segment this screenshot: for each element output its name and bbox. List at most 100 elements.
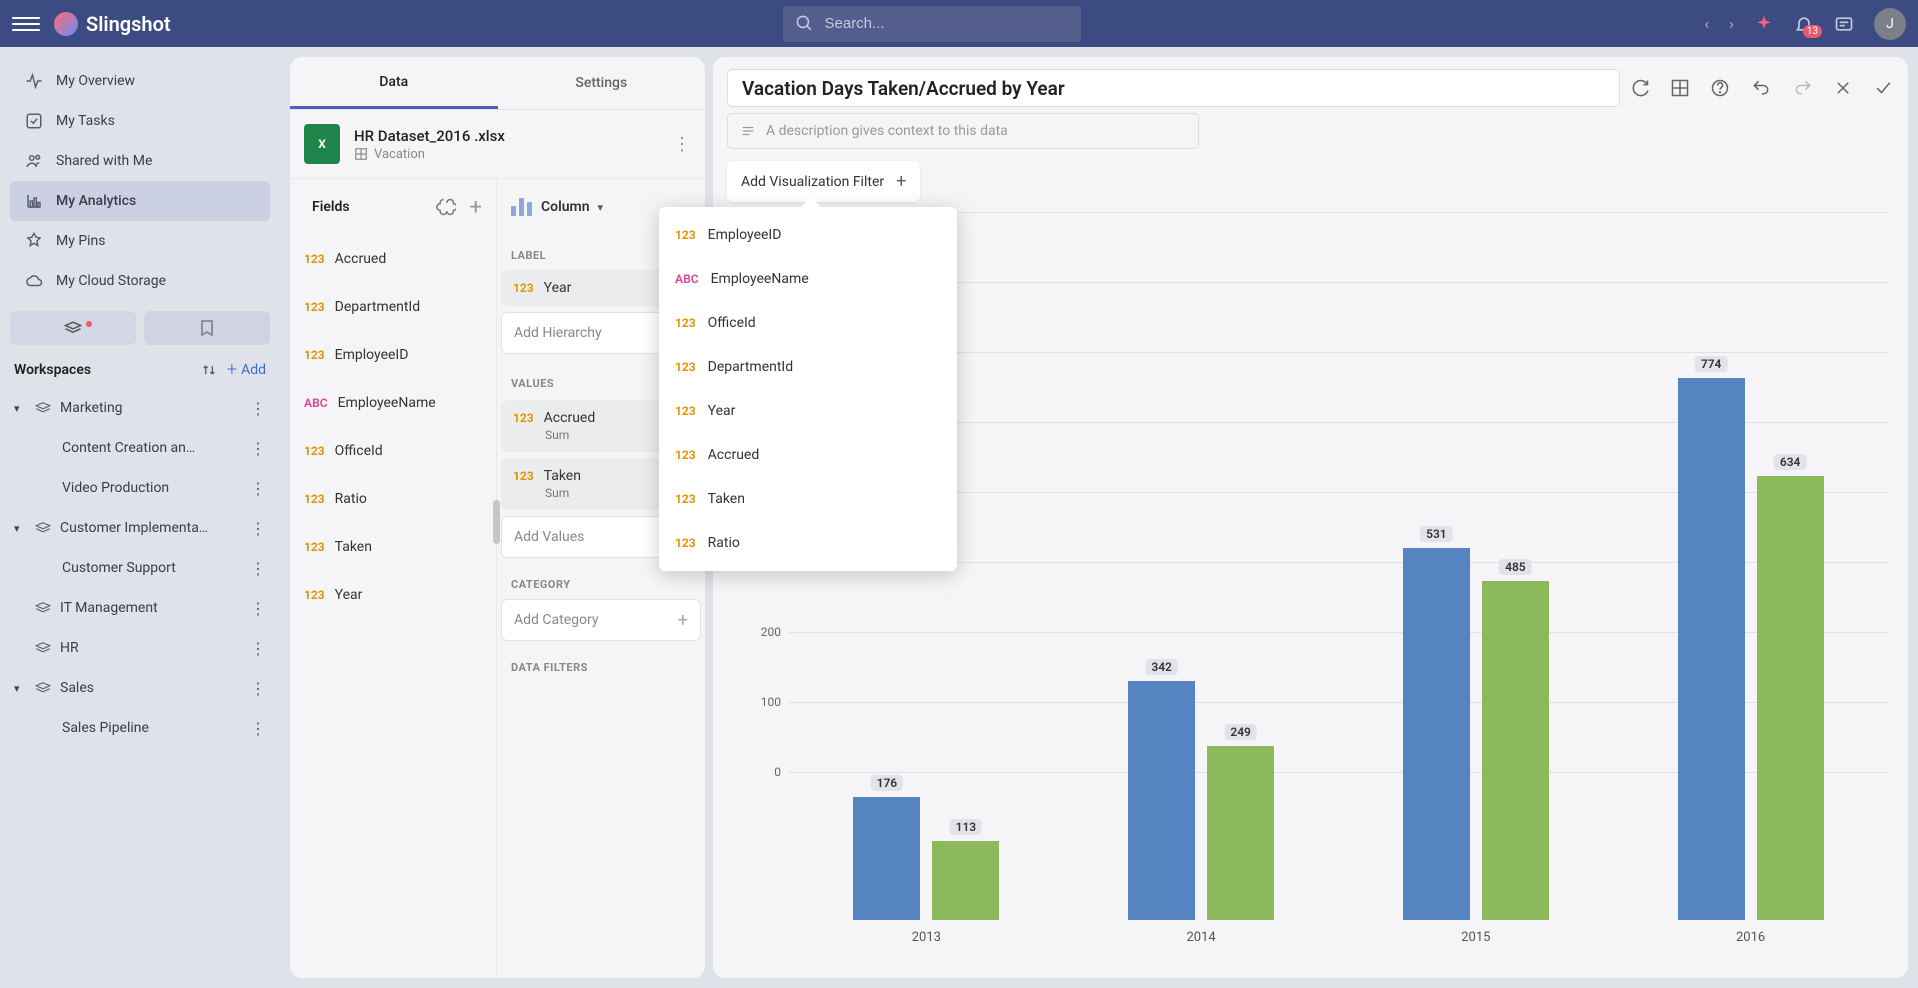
bar-label: 176 — [871, 775, 904, 791]
workspace-child[interactable]: Sales Pipeline⋮ — [10, 708, 270, 748]
messages-icon[interactable] — [1834, 14, 1854, 34]
x-tick: 2013 — [789, 920, 1064, 960]
search-input[interactable] — [783, 6, 1081, 42]
filter-option-employeeid[interactable]: 123EmployeeID — [659, 213, 957, 257]
viz-description-input[interactable]: A description gives context to this data — [727, 113, 1199, 149]
filter-option-ratio[interactable]: 123Ratio — [659, 521, 957, 565]
y-tick: 0 — [774, 765, 781, 779]
caret-icon: ▾ — [14, 682, 26, 695]
nav-item-my-cloud-storage[interactable]: My Cloud Storage — [10, 261, 270, 301]
field-taken[interactable]: 123Taken — [290, 523, 496, 571]
nav-back-icon[interactable]: ‹ — [1704, 14, 1709, 33]
confirm-icon[interactable] — [1872, 79, 1894, 97]
field-employeeid[interactable]: 123EmployeeID — [290, 331, 496, 379]
y-tick: 100 — [761, 695, 781, 709]
undo-icon[interactable] — [1750, 78, 1772, 98]
add-workspace-button[interactable]: + Add — [227, 359, 266, 380]
field-employeename[interactable]: ABCEmployeeName — [290, 379, 496, 427]
x-tick: 2015 — [1339, 920, 1614, 960]
bar-accrued-2013[interactable]: 176 — [853, 797, 920, 920]
field-officeid[interactable]: 123OfficeId — [290, 427, 496, 475]
workspaces-view-toggle[interactable] — [10, 311, 136, 345]
field-departmentid[interactable]: 123DepartmentId — [290, 283, 496, 331]
layers-icon — [34, 601, 52, 615]
hamburger-menu[interactable] — [12, 10, 40, 38]
workspace-sales[interactable]: ▾Sales⋮ — [10, 668, 270, 708]
more-icon[interactable]: ⋮ — [250, 679, 266, 698]
viz-title-input[interactable]: Vacation Days Taken/Accrued by Year — [727, 69, 1620, 107]
notification-badge: 13 — [1803, 25, 1822, 38]
bar-taken-2014[interactable]: 249 — [1207, 746, 1274, 920]
bar-taken-2013[interactable]: 113 — [932, 841, 999, 920]
layers-icon — [34, 401, 52, 415]
layers-icon — [34, 641, 52, 655]
workspace-child[interactable]: Customer Support⋮ — [10, 548, 270, 588]
datasource-more-icon[interactable]: ⋮ — [673, 134, 691, 155]
filter-option-year[interactable]: 123Year — [659, 389, 957, 433]
more-icon[interactable]: ⋮ — [250, 639, 266, 658]
nav-forward-icon[interactable]: › — [1729, 14, 1734, 33]
notifications-icon[interactable]: 13 — [1794, 14, 1814, 34]
sort-icon[interactable] — [201, 362, 217, 378]
bar-taken-2015[interactable]: 485 — [1482, 581, 1549, 921]
description-icon — [740, 124, 756, 138]
ai-suggest-icon[interactable] — [436, 197, 456, 217]
caret-icon: ▾ — [14, 402, 26, 415]
column-chart-icon — [511, 198, 533, 216]
shared-icon — [24, 151, 44, 171]
nav-item-my-tasks[interactable]: My Tasks — [10, 101, 270, 141]
bar-label: 249 — [1224, 724, 1257, 740]
field-year[interactable]: 123Year — [290, 571, 496, 619]
scroll-thumb[interactable] — [493, 500, 500, 544]
more-icon[interactable]: ⋮ — [250, 479, 266, 498]
workspace-marketing[interactable]: ▾Marketing⋮ — [10, 388, 270, 428]
filter-option-departmentid[interactable]: 123DepartmentId — [659, 345, 957, 389]
field-ratio[interactable]: 123Ratio — [290, 475, 496, 523]
tab-settings[interactable]: Settings — [498, 57, 706, 109]
nav-item-my-overview[interactable]: My Overview — [10, 61, 270, 101]
table-view-icon[interactable] — [1670, 78, 1690, 98]
more-icon[interactable]: ⋮ — [250, 519, 266, 538]
workspace-hr[interactable]: HR⋮ — [10, 628, 270, 668]
more-icon[interactable]: ⋮ — [250, 719, 266, 738]
more-icon[interactable]: ⋮ — [250, 559, 266, 578]
filter-option-accrued[interactable]: 123Accrued — [659, 433, 957, 477]
nav-item-my-analytics[interactable]: My Analytics — [10, 181, 270, 221]
workspace-customer-implementa-[interactable]: ▾Customer Implementa…⋮ — [10, 508, 270, 548]
tab-data[interactable]: Data — [290, 57, 498, 109]
nav-item-shared-with-me[interactable]: Shared with Me — [10, 141, 270, 181]
layers-icon — [34, 681, 52, 695]
filter-option-taken[interactable]: 123Taken — [659, 477, 957, 521]
logo[interactable]: Slingshot — [54, 12, 171, 36]
redo-icon[interactable] — [1792, 78, 1814, 98]
nav-item-my-pins[interactable]: My Pins — [10, 221, 270, 261]
activity-icon — [24, 71, 44, 91]
bar-accrued-2015[interactable]: 531 — [1403, 548, 1470, 920]
add-visualization-filter-button[interactable]: Add Visualization Filter + — [727, 161, 920, 202]
sheet-icon — [354, 147, 368, 161]
field-accrued[interactable]: 123Accrued — [290, 235, 496, 283]
add-category-button[interactable]: Add Category+ — [501, 599, 701, 641]
data-panel: Data Settings X HR Dataset_2016 .xlsx Va… — [290, 57, 705, 978]
sparkle-icon[interactable] — [1754, 14, 1774, 34]
filter-option-employeename[interactable]: ABCEmployeeName — [659, 257, 957, 301]
cloud-icon — [24, 271, 44, 291]
help-icon[interactable] — [1710, 78, 1730, 98]
more-icon[interactable]: ⋮ — [250, 599, 266, 618]
workspace-child[interactable]: Content Creation an…⋮ — [10, 428, 270, 468]
workspace-it-management[interactable]: IT Management⋮ — [10, 588, 270, 628]
excel-file-icon: X — [304, 124, 340, 164]
bar-accrued-2014[interactable]: 342 — [1128, 681, 1195, 920]
more-icon[interactable]: ⋮ — [250, 439, 266, 458]
filter-option-officeid[interactable]: 123OfficeId — [659, 301, 957, 345]
refresh-icon[interactable] — [1630, 78, 1650, 98]
avatar[interactable]: J — [1874, 8, 1906, 40]
more-icon[interactable]: ⋮ — [250, 399, 266, 418]
filter-field-dropdown: 123EmployeeIDABCEmployeeName123OfficeId1… — [659, 207, 957, 571]
bar-accrued-2016[interactable]: 774 — [1678, 378, 1745, 920]
workspace-child[interactable]: Video Production⋮ — [10, 468, 270, 508]
bar-taken-2016[interactable]: 634 — [1757, 476, 1824, 920]
bookmarks-toggle[interactable] — [144, 311, 270, 345]
add-field-icon[interactable]: + — [470, 195, 482, 220]
close-icon[interactable] — [1834, 79, 1852, 97]
